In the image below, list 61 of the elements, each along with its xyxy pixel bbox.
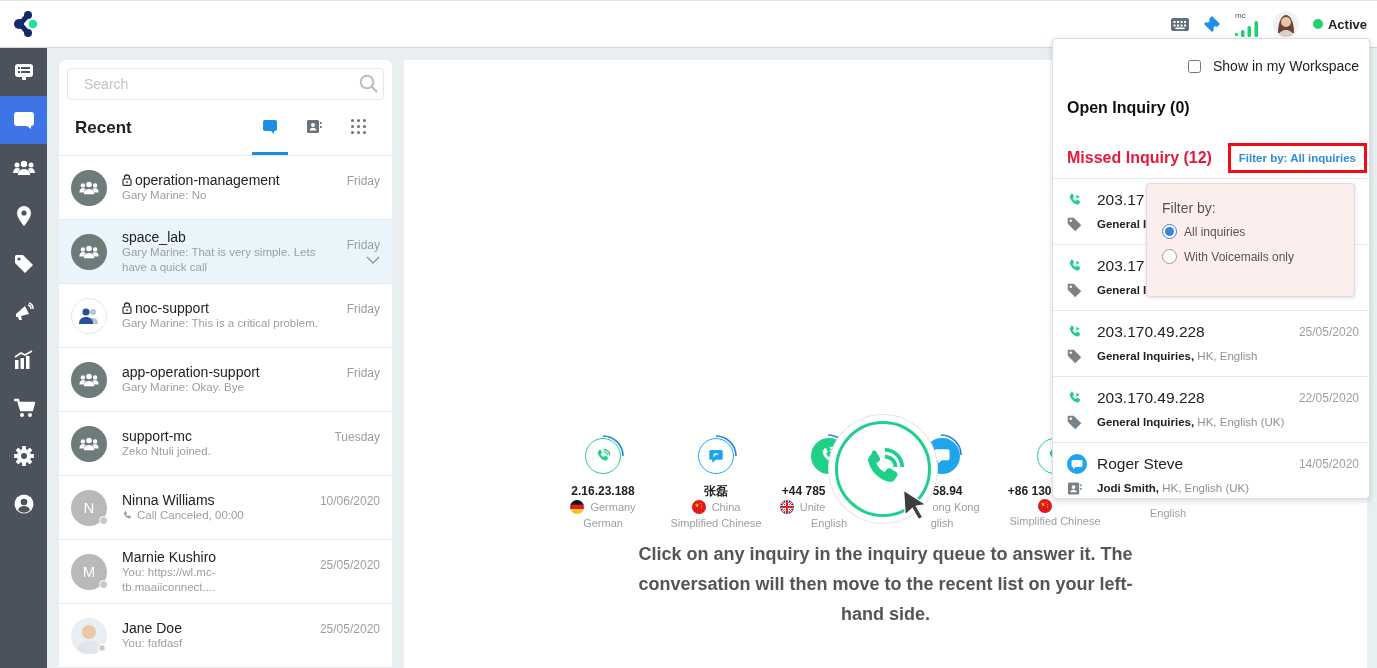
inquiry-language: English (1149, 506, 1187, 521)
inquiry-tags: Jodi Smith, HK, English (UK) (1097, 482, 1250, 494)
conversation-time: Friday (346, 174, 380, 188)
inquiry-date: 25/05/2020 (1298, 325, 1359, 339)
conversation-time: Tuesday (334, 430, 380, 444)
inquiry-tags: General Inquiries, HK, English (UK) (1097, 416, 1285, 428)
conversation-name: support-mc (122, 428, 193, 444)
network-label: mc (1234, 11, 1246, 20)
inquiry-caller: +86 130 (1007, 484, 1052, 499)
message-preview: Gary Marine: This is a critical problem. (122, 316, 318, 331)
conversation-time: Friday (346, 238, 380, 252)
inquiry-title: 203.170.49.228 (1097, 389, 1205, 407)
inquiry-tags: General I (1097, 218, 1147, 230)
inquiry-caller: 2.16.23.188 (571, 484, 635, 499)
message-preview: You: https://wl.mc-tb.maaiiconnect.... (122, 564, 217, 595)
inquiry-title: 203.17 (1097, 257, 1145, 275)
inquiry-title: 203.170.49.228 (1097, 323, 1205, 341)
inquiry-country: ong Kong (932, 500, 980, 515)
conversation-name: Ninna Williams (122, 492, 215, 508)
conversation-name: app-operation-support (122, 364, 260, 380)
inquiry-language: Simplified Chinese (1009, 514, 1101, 529)
section-title: Open Inquiry (0) (1066, 98, 1191, 117)
inquiry-date: 14/05/2020 (1298, 457, 1359, 471)
checkbox-label: Show in my Workspace (1213, 58, 1359, 74)
section-title: Missed Inquiry (12) (1067, 149, 1212, 167)
conversation-time: Friday (346, 302, 380, 316)
initial-avatar: M (71, 553, 107, 590)
inquiry-country: Germany (590, 500, 636, 515)
message-preview: Zeko Ntuli joined. (122, 444, 211, 459)
inquiry-tags: General I (1097, 284, 1147, 296)
inquiry-language: Simplified Chinese (670, 516, 762, 531)
initial-avatar: N (71, 489, 107, 526)
message-preview: Call Canceled, 00:00 (137, 508, 244, 523)
conversation-time: 25/05/2020 (319, 558, 380, 572)
message-preview: Gary Marine: Okay. Bye (122, 380, 244, 395)
inquiry-caller: 58.94 (932, 484, 963, 499)
message-preview: You: fafdasf (122, 636, 183, 651)
inquiry-language: glish (930, 516, 954, 531)
inquiry-date: 22/05/2020 (1298, 391, 1359, 405)
inquiry-title: 203.17 (1097, 191, 1145, 209)
popover-title: Filter by: (1162, 200, 1217, 216)
conversation-time: 25/05/2020 (319, 622, 380, 636)
conversation-time: Friday (346, 366, 380, 380)
message-preview: Gary Marine: No (122, 188, 207, 203)
conversation-name: noc-support (135, 300, 209, 316)
inquiry-caller: +44 785 (781, 484, 826, 499)
inquiry-language: German (583, 516, 623, 531)
inquiry-country: Unite (799, 500, 826, 515)
inquiry-caller: 张磊 (704, 484, 728, 499)
conversation-name: Marnie Kushiro (122, 548, 217, 565)
inquiry-title: Roger Steve (1097, 455, 1184, 473)
inquiry-language: English (810, 516, 848, 531)
conversation-name: space_lab (122, 228, 186, 245)
conversation-time: 10/06/2020 (319, 494, 380, 508)
inquiry-tags: General Inquiries, HK, English (1097, 350, 1258, 362)
instruction-text: Click on any inquiry in the inquiry queue to answer it. The conversation will then move to the recent list on your left-hand side. (637, 543, 1134, 626)
message-preview: Gary Marine: That is very simple. Lets have a quick call (122, 245, 317, 275)
conversation-name: operation-management (135, 172, 280, 188)
section-title: Recent (75, 117, 133, 138)
conversation-name: Jane Doe (122, 620, 182, 636)
inquiry-country: China (711, 500, 741, 515)
